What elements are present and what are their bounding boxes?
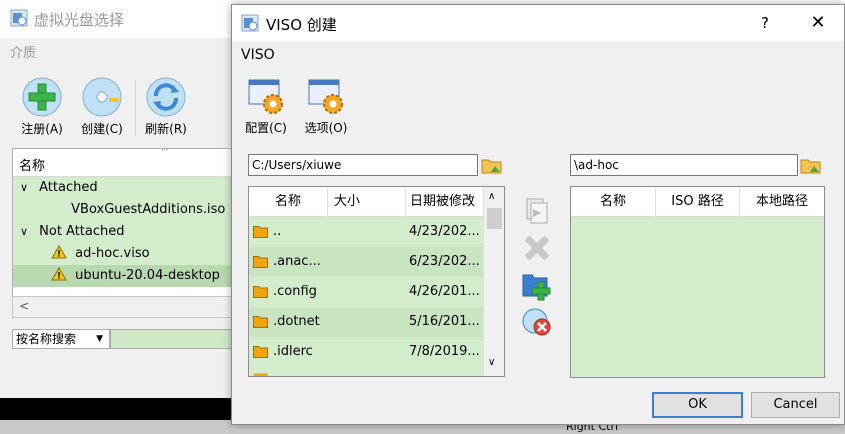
- chevron-down-icon[interactable]: ∨: [13, 177, 35, 199]
- options-gear-icon: [308, 79, 343, 114]
- toolbar-separator: [135, 80, 136, 136]
- medium-list-header[interactable]: ^ 名称: [13, 149, 241, 177]
- file-name: .idlerc: [273, 344, 313, 359]
- close-button[interactable]: ✕: [806, 12, 830, 34]
- medium-tree-list[interactable]: ^ 名称 ∨ Attached VBoxGuestAdditions.iso ∨…: [12, 148, 242, 318]
- configuration-button[interactable]: 配置(C): [240, 77, 292, 136]
- ok-button[interactable]: OK: [652, 392, 743, 418]
- name-column-header: 名称: [19, 159, 46, 174]
- viso-iso-path-column[interactable]: ISO 路径: [656, 187, 740, 217]
- refresh-icon: [146, 77, 186, 117]
- create-button[interactable]: 创建(C): [76, 76, 128, 137]
- host-date-column[interactable]: 日期被修改: [406, 187, 483, 217]
- register-button[interactable]: 注册(A): [16, 76, 68, 137]
- scroll-up-icon[interactable]: ∧: [488, 191, 495, 202]
- virtualbox-app-icon: [10, 9, 28, 27]
- remove-icon[interactable]: [521, 232, 553, 264]
- scroll-thumb[interactable]: [487, 208, 502, 229]
- tree-item-selected[interactable]: ubuntu-20.04-desktop: [13, 265, 241, 287]
- add-to-viso-icon[interactable]: [521, 195, 553, 227]
- virtualbox-app-icon: [241, 14, 259, 32]
- tree-item[interactable]: ad-hoc.viso: [13, 243, 241, 265]
- host-vertical-scrollbar[interactable]: ∧ ∨: [483, 187, 504, 376]
- viso-file-header: ^ 名称 ISO 路径 本地路径: [571, 187, 824, 217]
- search-input[interactable]: [110, 329, 240, 349]
- dropdown-arrow-icon: ▼: [96, 334, 103, 344]
- reset-icon[interactable]: [521, 306, 553, 338]
- group-label: Attached: [39, 180, 98, 195]
- host-path-input[interactable]: C:/Users/xiuwe: [248, 154, 478, 176]
- options-button[interactable]: 选项(O): [300, 77, 352, 136]
- background-window-title: 虚拟光盘选择: [34, 11, 125, 29]
- horizontal-scrollbar[interactable]: <: [12, 296, 242, 318]
- viso-name-column[interactable]: 名称: [571, 187, 656, 217]
- viso-local-path-column[interactable]: 本地路径: [740, 187, 824, 217]
- viso-path-input[interactable]: \ad-hoc: [570, 154, 798, 176]
- tree-item[interactable]: VBoxGuestAdditions.iso: [13, 199, 241, 221]
- sort-indicator-icon: ^: [161, 148, 169, 157]
- cancel-button[interactable]: Cancel: [751, 392, 840, 418]
- search-mode-value: 按名称搜索: [16, 332, 77, 346]
- chevron-down-icon[interactable]: ∨: [13, 221, 35, 243]
- create-button-label: 创建(C): [81, 122, 123, 136]
- warning-icon: [13, 265, 67, 287]
- file-date: 5/16/201...: [409, 314, 480, 329]
- file-date: 7/8/2019...: [409, 344, 480, 359]
- file-date: 6/23/202...: [409, 254, 480, 269]
- group-label: Not Attached: [39, 224, 125, 239]
- tree-group-attached[interactable]: ∨ Attached: [13, 177, 241, 199]
- file-date: 4/26/201...: [409, 284, 480, 299]
- folder-icon: [253, 226, 268, 238]
- medium-name: ubuntu-20.04-desktop: [75, 268, 220, 283]
- host-name-column[interactable]: 名称: [249, 187, 328, 217]
- folder-icon: [253, 256, 268, 268]
- folder-icon: [253, 346, 268, 358]
- dialog-title: VISO 创建: [266, 16, 337, 34]
- host-file-row[interactable]: .anac... 6/23/202...: [249, 247, 483, 277]
- options-button-label: 选项(O): [304, 121, 348, 135]
- folder-icon: [253, 316, 268, 328]
- medium-name: VBoxGuestAdditions.iso: [71, 202, 226, 217]
- folder-icon: [253, 286, 268, 298]
- viso-folder-browse-icon[interactable]: [800, 154, 822, 176]
- refresh-button[interactable]: 刷新(R): [140, 76, 192, 137]
- register-button-label: 注册(A): [21, 122, 63, 136]
- configuration-button-label: 配置(C): [245, 121, 287, 135]
- scroll-down-icon[interactable]: ∨: [488, 357, 495, 368]
- host-file-row[interactable]: .idlerc 7/8/2019...: [249, 337, 483, 367]
- host-file-row[interactable]: .dotnet 5/16/201...: [249, 307, 483, 337]
- add-icon: [22, 77, 62, 117]
- host-file-row-partial[interactable]: [249, 367, 483, 376]
- scroll-left-icon[interactable]: <: [19, 299, 29, 313]
- file-name: .config: [273, 284, 317, 299]
- medium-name: ad-hoc.viso: [75, 246, 150, 261]
- folder-icon: [253, 373, 268, 376]
- medium-label: 介质: [10, 46, 37, 61]
- new-folder-icon[interactable]: [521, 269, 553, 301]
- host-file-row[interactable]: .config 4/26/201...: [249, 277, 483, 307]
- viso-heading: VISO: [241, 47, 275, 63]
- file-name: .anac...: [273, 254, 321, 269]
- viso-create-dialog: VISO 创建 ? ✕ VISO 配置(C) 选项(O) C:/Users/xi…: [231, 4, 845, 425]
- host-file-row[interactable]: .. 4/23/202...: [249, 217, 483, 247]
- viso-content-browser[interactable]: ^ 名称 ISO 路径 本地路径: [570, 186, 825, 378]
- host-folder-browse-icon[interactable]: [481, 154, 503, 176]
- search-mode-select[interactable]: 按名称搜索 ▼: [12, 329, 110, 349]
- file-name: ..: [273, 224, 282, 239]
- refresh-button-label: 刷新(R): [145, 122, 187, 136]
- host-size-column[interactable]: 大小: [328, 187, 406, 217]
- config-gear-icon: [248, 79, 283, 114]
- disc-create-icon: [82, 77, 122, 117]
- file-date: 4/23/202...: [409, 224, 480, 239]
- host-file-browser[interactable]: 名称 大小 日期被修改 .. 4/23/202... .anac... 6/23…: [248, 186, 505, 377]
- dialog-titlebar: VISO 创建 ? ✕: [232, 5, 844, 41]
- warning-icon: [13, 243, 67, 265]
- file-name: .dotnet: [273, 314, 320, 329]
- tree-group-not-attached[interactable]: ∨ Not Attached: [13, 221, 241, 243]
- host-file-header: 名称 大小 日期被修改: [249, 187, 483, 217]
- help-button[interactable]: ?: [754, 12, 776, 34]
